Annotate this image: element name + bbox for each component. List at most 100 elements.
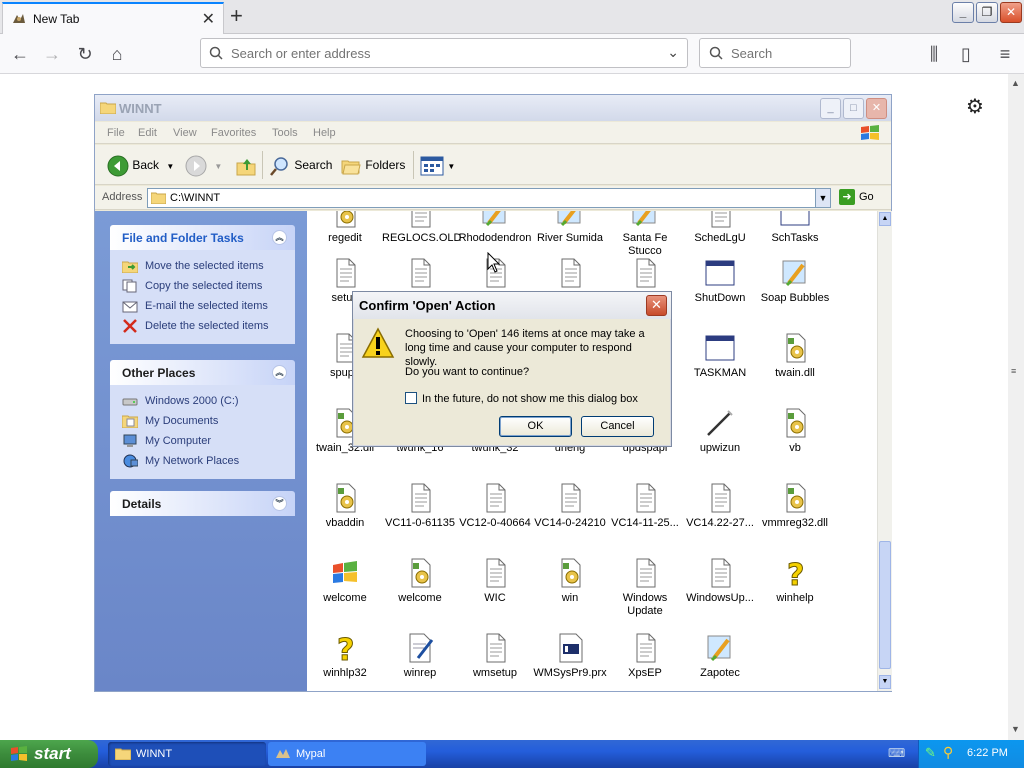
views-dropdown-icon[interactable]: ▼ (447, 162, 455, 171)
file-icon-item[interactable] (607, 257, 683, 292)
file-icon-item[interactable]: Rhododendron (457, 211, 533, 245)
menu-tools[interactable]: Tools (272, 127, 298, 139)
close-icon[interactable]: ✕ (866, 98, 887, 119)
file-icon-item[interactable]: VC14-11-25... (607, 482, 683, 530)
views-button[interactable]: ▼ (420, 153, 455, 177)
place-windows-2000-c[interactable]: Windows 2000 (C:) (122, 391, 295, 411)
file-icon-item[interactable]: regedit (307, 211, 383, 245)
sidebar-icon[interactable]: ▯ (954, 42, 978, 66)
file-icon-item[interactable]: vb (757, 407, 833, 455)
task-email[interactable]: E-mail the selected items (122, 296, 295, 316)
tab-new-tab[interactable]: New Tab ✕ (2, 2, 224, 34)
file-icon-item[interactable]: WIC (457, 557, 533, 605)
file-list-scrollbar[interactable]: ▲ ▼ (877, 211, 892, 691)
ok-button[interactable]: OK (499, 416, 572, 437)
file-icon-item[interactable]: VC14-0-24210 (532, 482, 608, 530)
scroll-thumb[interactable] (879, 541, 891, 669)
file-icon-item[interactable]: Zapotec (682, 632, 758, 680)
close-tab-icon[interactable]: ✕ (202, 9, 215, 29)
place-my-documents[interactable]: My Documents (122, 411, 295, 431)
back-dropdown-icon[interactable]: ▼ (166, 162, 174, 171)
file-icon-item[interactable]: upwizun (682, 407, 758, 455)
file-icon-item[interactable]: SchTasks (757, 211, 833, 245)
file-icon-item[interactable]: wmsetup (457, 632, 533, 680)
file-icon-item[interactable]: ? winhelp (757, 557, 833, 605)
cancel-button[interactable]: Cancel (581, 416, 654, 437)
search-button[interactable]: Search (269, 153, 332, 177)
file-icon-item[interactable]: ? winhlp32 (307, 632, 383, 680)
file-icon-item[interactable]: TASKMAN (682, 332, 758, 380)
scroll-down-icon[interactable]: ▼ (879, 675, 891, 689)
menu-favorites[interactable]: Favorites (211, 127, 256, 139)
file-icon-item[interactable]: Soap Bubbles (757, 257, 833, 305)
file-icon-item[interactable]: win (532, 557, 608, 605)
gear-icon[interactable]: ⚙ (966, 94, 984, 119)
file-icon-item[interactable] (382, 257, 458, 292)
collapse-icon[interactable]: ︽ (272, 230, 287, 245)
search-bar[interactable]: Search (699, 38, 851, 68)
expand-icon[interactable]: ︾ (272, 496, 287, 511)
up-folder-button[interactable] (235, 153, 257, 177)
file-icon-item[interactable]: vbaddin (307, 482, 383, 530)
task-delete[interactable]: Delete the selected items (122, 316, 295, 336)
file-icon-item[interactable]: SchedLgU (682, 211, 758, 245)
forward-arrow-icon[interactable]: → (40, 42, 64, 66)
close-window-icon[interactable]: ✕ (1000, 2, 1022, 23)
menu-view[interactable]: View (173, 127, 197, 139)
scroll-up-icon[interactable]: ▲ (879, 212, 891, 226)
panel-header[interactable]: Details ︾ (110, 491, 295, 516)
file-icon-item[interactable]: vmmreg32.dll (757, 482, 833, 530)
file-icon-item[interactable]: twain.dll (757, 332, 833, 380)
forward-dropdown-icon[interactable]: ▼ (214, 162, 222, 171)
file-icon-item[interactable]: ShutDown (682, 257, 758, 305)
file-icon-item[interactable]: winrep (382, 632, 458, 680)
menu-file[interactable]: File (107, 127, 125, 139)
file-icon-item[interactable]: WindowsUp... (682, 557, 758, 605)
back-arrow-icon[interactable]: ← (8, 42, 32, 66)
checkbox-box[interactable] (405, 392, 417, 404)
file-icon-item[interactable] (532, 257, 608, 292)
panel-header[interactable]: Other Places ︽ (110, 360, 295, 385)
collapse-icon[interactable]: ︽ (272, 365, 287, 380)
file-icon-item[interactable]: welcome (307, 557, 383, 605)
task-copy[interactable]: Copy the selected items (122, 276, 295, 296)
tray-app-icon[interactable]: ✎ (925, 745, 936, 761)
file-icon-item[interactable]: VC12-0-40664 (457, 482, 533, 530)
scroll-down-icon[interactable]: ▼ (1011, 724, 1020, 734)
back-button[interactable]: Back ▼ (107, 153, 174, 177)
keyboard-icon[interactable]: ⌨ (888, 746, 905, 762)
close-icon[interactable]: ✕ (646, 295, 667, 316)
place-my-computer[interactable]: My Computer (122, 431, 295, 451)
file-icon-item[interactable]: River Sumida (532, 211, 608, 245)
hamburger-menu-icon[interactable]: ≡ (993, 42, 1017, 66)
place-my-network-places[interactable]: My Network Places (122, 451, 295, 471)
folders-button[interactable]: Folders (340, 153, 405, 177)
minimize-icon[interactable]: _ (820, 98, 841, 119)
reload-icon[interactable]: ↻ (73, 42, 97, 66)
address-dropdown-icon[interactable]: ▼ (815, 188, 831, 208)
new-tab-icon[interactable]: + (230, 4, 243, 28)
menu-edit[interactable]: Edit (138, 127, 157, 139)
dialog-titlebar[interactable]: Confirm 'Open' Action ✕ (353, 292, 671, 319)
minimize-icon[interactable]: _ (952, 2, 974, 23)
panel-header[interactable]: File and Folder Tasks ︽ (110, 225, 295, 250)
tray-search-icon[interactable]: ⚲ (943, 744, 953, 761)
file-icon-item[interactable]: WMSysPr9.prx (532, 632, 608, 680)
restore-icon[interactable]: ❐ (976, 2, 998, 23)
forward-button[interactable]: ▼ (185, 153, 222, 177)
file-icon-item[interactable]: VC14.22-27... (682, 482, 758, 530)
maximize-icon[interactable]: □ (843, 98, 864, 119)
file-icon-item[interactable]: Santa Fe Stucco (607, 211, 683, 258)
taskbar-item-mypal[interactable]: Mypal (268, 742, 426, 766)
address-field[interactable]: C:\WINNT (147, 188, 831, 208)
file-icon-item[interactable]: XpsEP (607, 632, 683, 680)
explorer-titlebar[interactable]: WINNT _ □ ✕ (95, 95, 891, 121)
file-icon-item[interactable]: REGLOCS.OLD (382, 211, 461, 245)
start-button[interactable]: start (0, 740, 98, 768)
file-icon-item[interactable]: Windows Update (607, 557, 683, 618)
home-icon[interactable]: ⌂ (105, 42, 129, 66)
dont-show-again-checkbox[interactable]: In the future, do not show me this dialo… (405, 392, 638, 405)
taskbar-item-winnt[interactable]: WINNT (108, 742, 266, 766)
menu-help[interactable]: Help (313, 127, 336, 139)
library-icon[interactable]: ⫼ (922, 42, 946, 66)
